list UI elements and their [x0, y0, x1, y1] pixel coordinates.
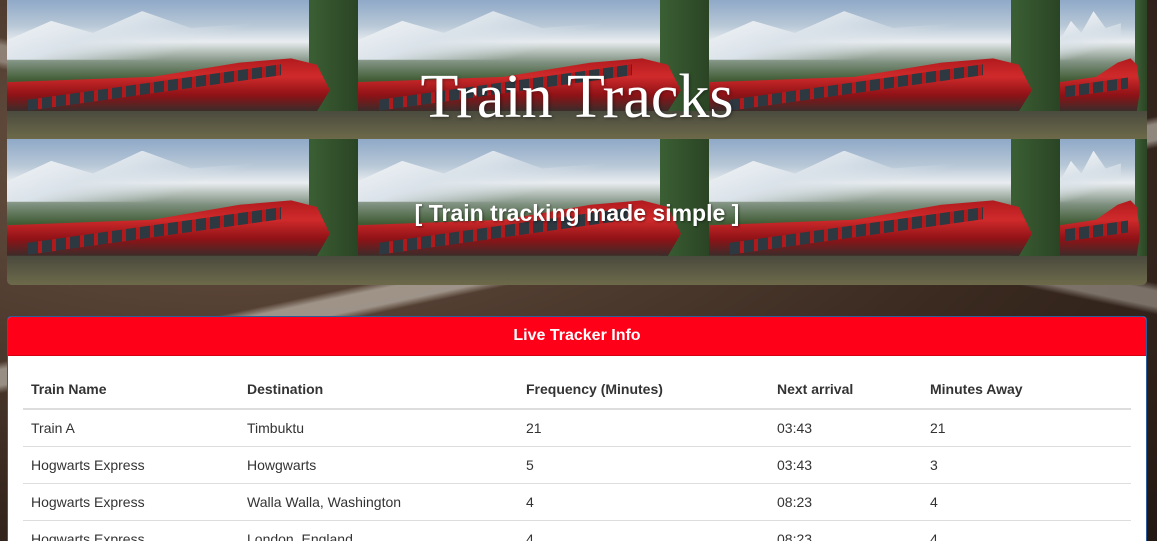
- train-photo-tile: [358, 0, 709, 139]
- table-row: Train A Timbuktu 21 03:43 21: [23, 409, 1131, 447]
- cell-frequency: 4: [518, 483, 769, 521]
- cell-next-arrival: 03:43: [769, 446, 922, 484]
- hero-banner: [7, 0, 1147, 285]
- cell-frequency: 4: [518, 520, 769, 541]
- train-photo-tile: [1060, 0, 1147, 139]
- panel-body: Train Name Destination Frequency (Minute…: [8, 356, 1146, 541]
- cell-frequency: 5: [518, 446, 769, 484]
- column-header-frequency: Frequency (Minutes): [518, 371, 769, 410]
- table-row: Hogwarts Express Howgwarts 5 03:43 3: [23, 446, 1131, 484]
- cell-destination: Howgwarts: [239, 446, 518, 484]
- cell-train-name: Train A: [31, 420, 75, 436]
- table-header-row: Train Name Destination Frequency (Minute…: [23, 371, 1131, 410]
- column-header-train-name: Train Name: [23, 371, 239, 410]
- cell-destination: Walla Walla, Washington: [239, 483, 518, 521]
- column-header-next-arrival: Next arrival: [769, 371, 922, 410]
- train-photo-tile: [358, 139, 709, 285]
- cell-minutes-away: 4: [922, 483, 1131, 521]
- cell-train-name: Hogwarts Express: [23, 446, 239, 484]
- live-tracker-panel: Live Tracker Info Train Name Destination…: [7, 316, 1147, 541]
- cell-destination: London, England: [239, 520, 518, 541]
- train-photo-tile: [1060, 139, 1147, 285]
- column-header-minutes-away: Minutes Away: [922, 371, 1131, 410]
- cell-minutes-away: 3: [922, 446, 1131, 484]
- train-photo-tile: [7, 0, 358, 139]
- table-row: Hogwarts Express London, England 4 08:23…: [23, 520, 1131, 541]
- column-header-destination: Destination: [239, 371, 518, 410]
- table-row: Hogwarts Express Walla Walla, Washington…: [23, 483, 1131, 521]
- table-header: Train Name Destination Frequency (Minute…: [23, 371, 1131, 410]
- panel-heading: Live Tracker Info: [8, 317, 1146, 356]
- cell-train-name: Hogwarts Express: [23, 483, 239, 521]
- train-photo-tile: [709, 0, 1060, 139]
- train-table: Train Name Destination Frequency (Minute…: [23, 371, 1131, 541]
- cell-minutes-away: 21: [930, 420, 946, 436]
- train-photo-tile: [7, 139, 358, 285]
- cell-frequency: 21: [526, 420, 542, 436]
- cell-train-name: Hogwarts Express: [23, 520, 239, 541]
- cell-next-arrival: 08:23: [769, 483, 922, 521]
- cell-next-arrival: 08:23: [769, 520, 922, 541]
- cell-next-arrival: 03:43: [777, 420, 813, 436]
- table-body: Train A Timbuktu 21 03:43 21 Hogwarts Ex…: [23, 409, 1131, 541]
- cell-minutes-away: 4: [922, 520, 1131, 541]
- cell-destination: Timbuktu: [247, 420, 305, 436]
- train-photo-tile: [709, 139, 1060, 285]
